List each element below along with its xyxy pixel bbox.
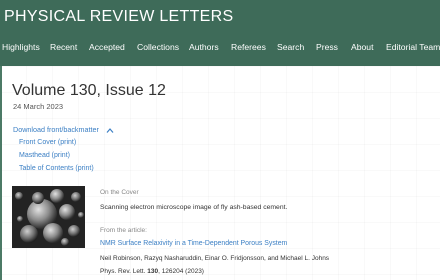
site-header: PHYSICAL REVIEW LETTERS Highlights Recen… [0,0,440,66]
front-cover-link[interactable]: Front Cover (print) [19,139,76,146]
nav-accepted[interactable]: Accepted [89,42,125,52]
citation-volume: 130 [147,268,159,275]
masthead-link[interactable]: Masthead (print) [19,152,70,159]
from-the-article-label: From the article: [100,227,147,234]
nav-press[interactable]: Press [316,42,338,52]
cover-micrograph [12,186,85,248]
nav-recent[interactable]: Recent [50,42,77,52]
nav-referees[interactable]: Referees [231,42,266,52]
article-authors: Neil Robinson, Razyq Nasharuddin, Einar … [100,255,330,262]
chevron-up-icon [106,127,114,133]
cover-description: Scanning electron microscope image of fl… [100,204,288,211]
nav-about[interactable]: About [351,42,373,52]
citation-page-year: , 126204 (2023) [158,268,204,275]
table-of-contents-link[interactable]: Table of Contents (print) [19,165,94,172]
content-accent-bar [0,66,2,280]
issue-date: 24 March 2023 [13,102,64,111]
on-the-cover-label: On the Cover [100,189,139,196]
nav-highlights[interactable]: Highlights [2,42,40,52]
download-toggle-label: Download front/backmatter [13,125,99,134]
nav-collections[interactable]: Collections [137,42,179,52]
nav-authors[interactable]: Authors [189,42,219,52]
page-title: Volume 130, Issue 12 [12,82,166,99]
citation-journal: Phys. Rev. Lett. [100,268,148,275]
journal-logo[interactable]: PHYSICAL REVIEW LETTERS [4,8,233,26]
nav-search[interactable]: Search [277,42,304,52]
cover-article-link[interactable]: NMR Surface Relaxivity in a Time-Depende… [100,240,287,247]
cover-image[interactable] [12,186,85,248]
main-nav: Highlights Recent Accepted Collections A… [0,42,440,60]
download-frontmatter-toggle[interactable]: Download front/backmatter [13,125,114,134]
nav-editorial-team[interactable]: Editorial Team [386,42,440,52]
article-citation: Phys. Rev. Lett. 130, 126204 (2023) [100,268,204,275]
